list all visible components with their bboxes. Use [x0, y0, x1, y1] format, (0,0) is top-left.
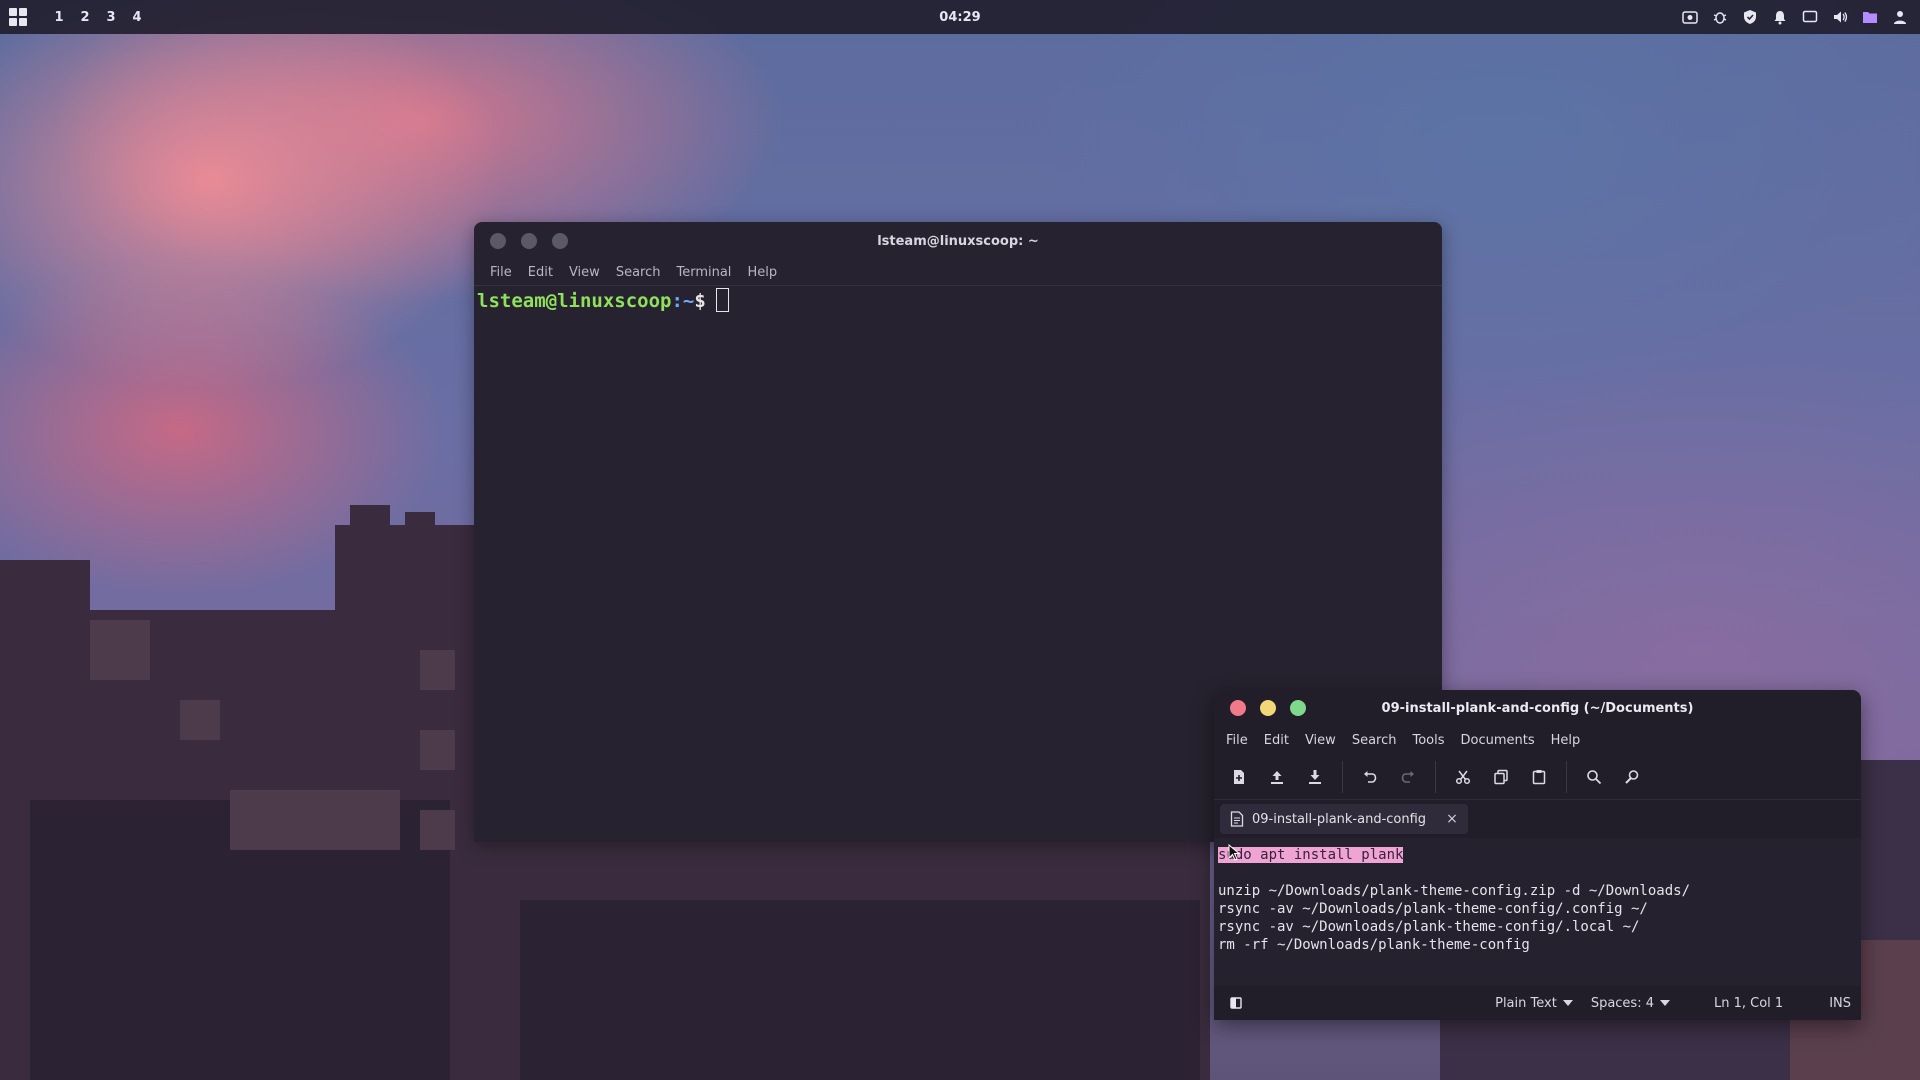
text-file-icon	[1230, 811, 1244, 827]
save-icon[interactable]	[1300, 762, 1330, 792]
bell-icon[interactable]	[1770, 7, 1790, 27]
workspace-switcher: 1 2 3 4	[46, 10, 150, 25]
document-tab[interactable]: 09-install-plank-and-config ×	[1220, 804, 1468, 834]
bug-icon[interactable]	[1710, 7, 1730, 27]
editor-title: 09-install-plank-and-config (~/Documents…	[1381, 700, 1694, 716]
terminal-menu-search[interactable]: Search	[608, 265, 669, 280]
editor-menu-search[interactable]: Search	[1344, 733, 1405, 748]
workspace-2[interactable]: 2	[72, 10, 98, 25]
editor-line: rsync -av ~/Downloads/plank-theme-config…	[1218, 901, 1648, 917]
replace-icon[interactable]	[1617, 762, 1647, 792]
terminal-menu-help[interactable]: Help	[739, 265, 785, 280]
language-selector[interactable]: Plain Text	[1495, 996, 1573, 1011]
terminal-output[interactable]: lsteam@linuxscoop:~$	[474, 286, 1442, 314]
editor-menu-help[interactable]: Help	[1543, 733, 1589, 748]
editor-menubar: File Edit View Search Tools Documents He…	[1214, 726, 1861, 754]
terminal-close-button[interactable]	[490, 233, 506, 249]
top-panel: 1 2 3 4 04:29	[0, 0, 1920, 34]
editor-menu-view[interactable]: View	[1297, 733, 1344, 748]
terminal-menu-terminal[interactable]: Terminal	[668, 265, 739, 280]
cut-icon[interactable]	[1448, 762, 1478, 792]
terminal-menubar: File Edit View Search Terminal Help	[474, 260, 1442, 286]
terminal-minimize-button[interactable]	[521, 233, 537, 249]
editor-toolbar	[1214, 754, 1861, 800]
editor-statusbar: Plain Text Spaces: 4 Ln 1, Col 1 INS	[1214, 986, 1861, 1020]
app-menu-button[interactable]	[0, 0, 36, 34]
spaces-label: Spaces: 4	[1590, 995, 1654, 1011]
selected-text: sudo apt install plank	[1218, 847, 1404, 863]
toolbar-separator	[1435, 760, 1436, 793]
chevron-down-icon	[1659, 1000, 1670, 1006]
open-icon[interactable]	[1262, 762, 1292, 792]
terminal-menu-view[interactable]: View	[561, 265, 608, 280]
editor-line: sudo apt install plank	[1218, 846, 1857, 864]
indentation-selector[interactable]: Spaces: 4	[1591, 996, 1670, 1011]
workspace-3[interactable]: 3	[98, 10, 124, 25]
terminal-menu-edit[interactable]: Edit	[520, 265, 561, 280]
toolbar-separator	[1342, 760, 1343, 793]
volume-icon[interactable]	[1830, 7, 1850, 27]
side-panel-toggle-icon[interactable]	[1224, 991, 1248, 1015]
undo-icon[interactable]	[1355, 762, 1385, 792]
terminal-title: lsteam@linuxscoop: ~	[877, 233, 1039, 249]
terminal-menu-file[interactable]: File	[482, 265, 520, 280]
editor-menu-file[interactable]: File	[1218, 733, 1256, 748]
user-icon[interactable]	[1890, 7, 1910, 27]
insert-mode: INS	[1829, 995, 1851, 1011]
grid-icon	[9, 8, 27, 26]
editor-tabbar: 09-install-plank-and-config ×	[1214, 800, 1861, 838]
editor-titlebar[interactable]: 09-install-plank-and-config (~/Documents…	[1214, 690, 1861, 726]
text-editor-window: 09-install-plank-and-config (~/Documents…	[1214, 690, 1861, 1020]
editor-text-area[interactable]: sudo apt install plank unzip ~/Downloads…	[1214, 838, 1861, 990]
editor-menu-edit[interactable]: Edit	[1256, 733, 1297, 748]
cursor-position[interactable]: Ln 1, Col 1	[1714, 996, 1783, 1011]
editor-close-button[interactable]	[1230, 700, 1246, 716]
redo-icon[interactable]	[1393, 762, 1423, 792]
tab-close-icon[interactable]: ×	[1446, 811, 1458, 827]
clock[interactable]: 04:29	[939, 10, 980, 25]
find-icon[interactable]	[1579, 762, 1609, 792]
workspace-1[interactable]: 1	[46, 10, 72, 25]
prompt-user: lsteam@linuxscoop	[477, 290, 672, 312]
editor-line: rsync -av ~/Downloads/plank-theme-config…	[1218, 919, 1640, 935]
new-document-icon[interactable]	[1224, 762, 1254, 792]
toolbar-separator	[1566, 760, 1567, 793]
system-tray	[1680, 0, 1910, 34]
screenshot-icon[interactable]	[1680, 7, 1700, 27]
editor-menu-documents[interactable]: Documents	[1453, 733, 1543, 748]
editor-minimize-button[interactable]	[1260, 700, 1276, 716]
workspace-4[interactable]: 4	[124, 10, 150, 25]
terminal-titlebar[interactable]: lsteam@linuxscoop: ~	[474, 222, 1442, 260]
display-icon[interactable]	[1800, 7, 1820, 27]
folder-icon[interactable]	[1860, 7, 1880, 27]
language-label: Plain Text	[1495, 995, 1557, 1011]
terminal-cursor	[715, 288, 729, 312]
editor-maximize-button[interactable]	[1290, 700, 1306, 716]
editor-menu-tools[interactable]: Tools	[1404, 733, 1452, 748]
copy-icon[interactable]	[1486, 762, 1516, 792]
prompt-sign: $	[694, 290, 706, 312]
prompt-path: :~	[671, 290, 695, 312]
paste-icon[interactable]	[1524, 762, 1554, 792]
shield-icon[interactable]	[1740, 7, 1760, 27]
mouse-pointer-icon	[1228, 844, 1241, 861]
editor-line: rm -rf ~/Downloads/plank-theme-config	[1218, 937, 1530, 953]
terminal-maximize-button[interactable]	[552, 233, 568, 249]
chevron-down-icon	[1562, 1000, 1573, 1006]
document-tab-label: 09-install-plank-and-config	[1252, 811, 1427, 827]
editor-line: unzip ~/Downloads/plank-theme-config.zip…	[1218, 883, 1691, 899]
